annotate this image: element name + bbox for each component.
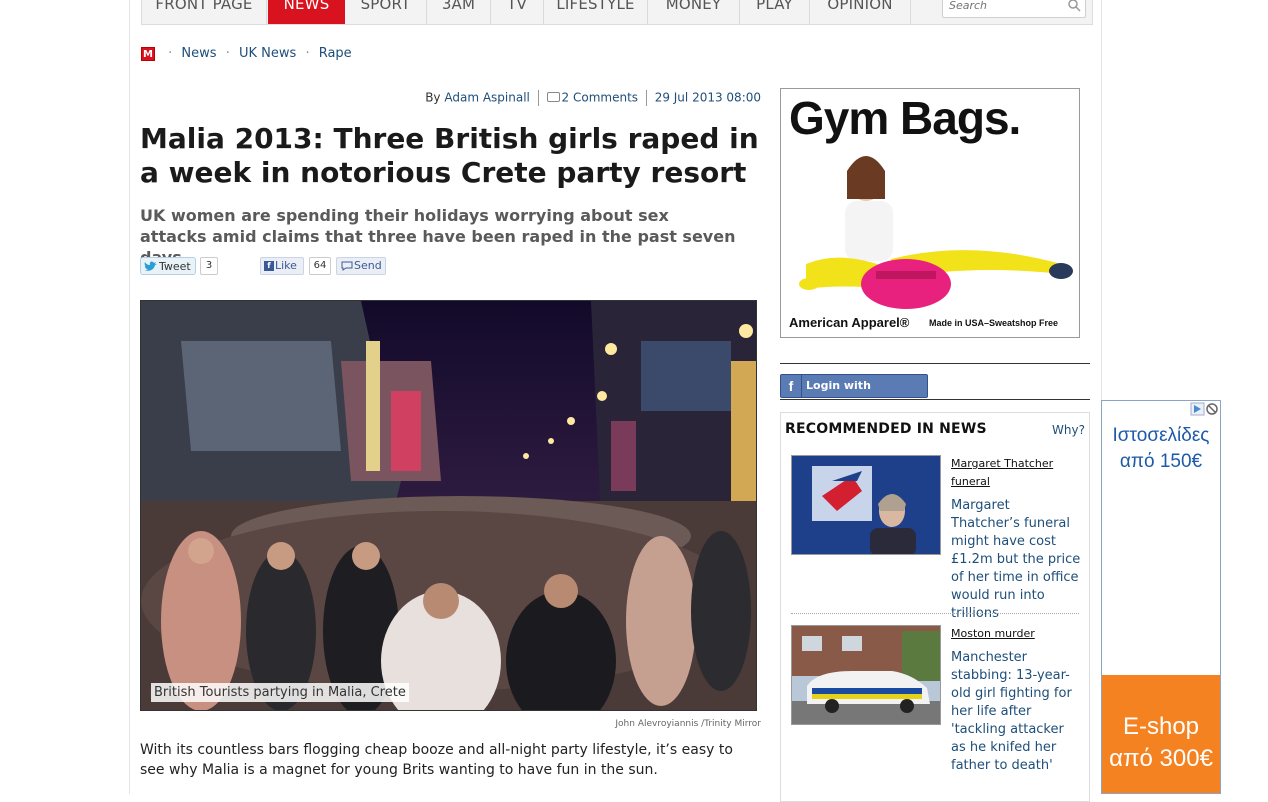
breadcrumb-separator: ·: [168, 46, 173, 61]
photo-caption: British Tourists partying in Malia, Cret…: [151, 683, 409, 702]
comments-link[interactable]: 2 Comments: [562, 91, 639, 105]
recommended-panel: RECOMMENDED IN NEWS Why? Margaret Thatch…: [780, 412, 1090, 802]
article-body-paragraph: With its countless bars flogging cheap b…: [140, 742, 733, 778]
breadcrumb-separator: ·: [225, 46, 230, 61]
byline-divider: [537, 90, 539, 106]
recommended-category[interactable]: Margaret Thatcher funeral: [951, 455, 1071, 491]
search-icon[interactable]: [1067, 0, 1081, 12]
nav-3am[interactable]: 3AM: [427, 0, 491, 24]
like-count: 64: [309, 257, 331, 275]
photo-malia-street-image: [141, 301, 756, 710]
search-input[interactable]: [949, 0, 1059, 12]
ad-tagline: Made in USA–Sweatshop Free: [929, 318, 1059, 328]
byline-prefix: By: [425, 90, 441, 105]
facebook-icon: f: [781, 375, 802, 397]
photo-credit: John Alevroyiannis /Trinity Mirror: [615, 719, 761, 729]
nav-front-page[interactable]: FRONT PAGE: [142, 0, 267, 24]
facebook-login-button[interactable]: f Login with Facebook: [780, 374, 928, 414]
recommended-why-link[interactable]: Why?: [1052, 423, 1085, 437]
breadcrumb: M · News · UK News · Rape: [141, 46, 352, 64]
nav-lifestyle[interactable]: LIFESTYLE: [544, 0, 648, 24]
breadcrumb-uk-news[interactable]: UK News: [239, 46, 296, 61]
byline-divider: [645, 90, 647, 106]
breadcrumb-news[interactable]: News: [181, 46, 216, 61]
search-box[interactable]: [942, 0, 1086, 18]
recommended-title[interactable]: Manchester stabbing: 13-year-old girl fi…: [951, 649, 1081, 775]
tweet-count: 3: [200, 257, 218, 275]
adchoices-icon[interactable]: [1190, 401, 1220, 416]
ad-brand: American Apparel®: [789, 315, 910, 330]
nav-tv[interactable]: TV: [491, 0, 544, 24]
article-standfirst: UK women are spending their holidays wor…: [140, 206, 736, 267]
like-label: Like: [275, 259, 297, 272]
recommended-category[interactable]: Moston murder: [951, 625, 1071, 643]
tweet-label: Tweet: [159, 260, 191, 273]
recommended-thumbnail[interactable]: [791, 625, 941, 725]
recommended-title[interactable]: Margaret Thatcher’s funeral might have c…: [951, 497, 1081, 623]
police-car-photo-image: [792, 626, 940, 724]
twitter-bird-icon: [144, 261, 157, 271]
send-icon: [341, 261, 353, 271]
article-headline: Malia 2013: Three British girls raped in…: [140, 122, 759, 189]
byline: By Adam Aspinall 2 Comments 29 Jul 2013 …: [425, 90, 761, 106]
article-photo[interactable]: British Tourists partying in Malia, Cret…: [140, 300, 757, 711]
send-label: Send: [354, 259, 382, 272]
side-banner-ad[interactable]: Ιστοσελίδες από 150€ E-shop από 300€: [1101, 400, 1221, 794]
ad-model-image: [799, 156, 1073, 309]
nav-opinion[interactable]: OPINION: [810, 0, 911, 24]
nav-money[interactable]: MONEY: [648, 0, 740, 24]
nav-news[interactable]: NEWS: [268, 0, 345, 24]
mirror-logo-icon[interactable]: M: [141, 46, 155, 61]
author-link[interactable]: Adam Aspinall: [444, 91, 530, 105]
recommended-thumbnail[interactable]: [791, 455, 941, 555]
publish-date: 29 Jul 2013 08:00: [654, 90, 761, 105]
breadcrumb-separator: ·: [305, 46, 310, 61]
facebook-icon: f: [264, 261, 274, 271]
comment-icon: [546, 92, 560, 102]
breadcrumb-rape[interactable]: Rape: [319, 46, 352, 61]
like-button[interactable]: f Like: [260, 257, 304, 275]
sidebar-divider: [780, 363, 1090, 364]
side-ad-text-bottom: E-shop από 300€: [1109, 713, 1213, 772]
tweet-button[interactable]: Tweet: [140, 257, 196, 275]
recommended-heading: RECOMMENDED IN NEWS: [785, 421, 987, 437]
side-ad-text-top: Ιστοσελίδες από 150€: [1112, 425, 1210, 472]
page-container: FRONT PAGE NEWS SPORT 3AM TV LIFESTYLE M…: [129, 0, 1102, 802]
sidebar-divider: [780, 399, 1090, 400]
nav-play[interactable]: PLAY: [740, 0, 810, 24]
main-nav: FRONT PAGE NEWS SPORT 3AM TV LIFESTYLE M…: [141, 0, 1093, 25]
ad-american-apparel[interactable]: Gym Bags. American Apparel® Made in USA–…: [780, 88, 1080, 338]
thatcher-photo-image: [792, 456, 940, 554]
send-button[interactable]: Send: [336, 257, 386, 275]
recommended-divider: [791, 613, 1079, 614]
nav-sport[interactable]: SPORT: [345, 0, 427, 24]
